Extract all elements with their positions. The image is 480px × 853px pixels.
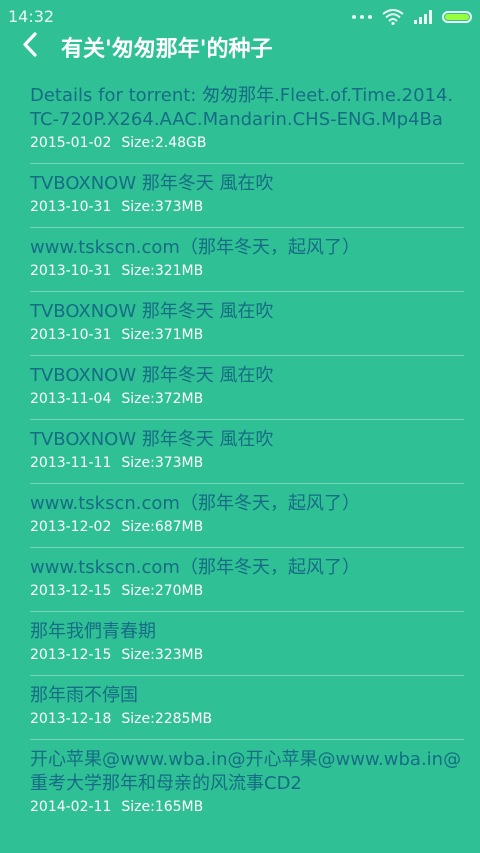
torrent-size: Size:373MB xyxy=(121,455,204,471)
torrent-meta: 2013-10-31 Size:371MB xyxy=(30,326,464,345)
battery-level xyxy=(445,14,469,20)
list-item[interactable]: www.tskscn.com（那年冬天，起风了） 2013-12-15 Size:2… xyxy=(30,556,464,603)
list-divider xyxy=(30,675,464,676)
list-divider xyxy=(30,611,464,612)
torrent-size: Size:2285MB xyxy=(121,711,213,727)
torrent-title: TVBOXNOW 那年冬天 風在吹 xyxy=(30,173,274,194)
battery-icon xyxy=(442,11,472,23)
torrent-date: 2013-12-18 xyxy=(30,711,112,727)
torrent-date: 2013-11-11 xyxy=(30,455,112,471)
list-divider xyxy=(30,419,464,420)
list-divider xyxy=(30,355,464,356)
torrent-date: 2013-12-15 xyxy=(30,583,112,599)
torrent-date: 2014-02-11 xyxy=(30,799,112,815)
list-item[interactable]: 那年我們青春期 2013-12-15 Size:323MB xyxy=(30,620,464,667)
status-time: 14:32 xyxy=(8,7,55,26)
torrent-title: www.tskscn.com（那年冬天，起风了） xyxy=(30,493,360,514)
torrent-meta: 2013-11-04 Size:372MB xyxy=(30,390,464,409)
torrent-title: www.tskscn.com（那年冬天，起风了） xyxy=(30,237,360,258)
list-item[interactable]: Details for torrent: 匆匆那年.Fleet.of.Time.… xyxy=(30,84,464,155)
torrent-meta: 2013-11-11 Size:373MB xyxy=(30,454,464,473)
torrent-title: 那年雨不停国 xyxy=(30,685,138,706)
torrent-title: www.tskscn.com（那年冬天，起风了） xyxy=(30,557,360,578)
torrent-size: Size:165MB xyxy=(121,799,204,815)
list-divider xyxy=(30,739,464,740)
torrent-date: 2013-11-04 xyxy=(30,391,112,407)
torrent-size: Size:373MB xyxy=(121,199,204,215)
torrent-title: TVBOXNOW 那年冬天 風在吹 xyxy=(30,301,274,322)
torrent-title: 开心苹果@www.wba.in@开心苹果@www.wba.in@重考大学那年和母… xyxy=(30,749,462,794)
torrent-date: 2015-01-02 xyxy=(30,135,112,151)
list-item[interactable]: TVBOXNOW 那年冬天 風在吹 2013-11-11 Size:373MB xyxy=(30,428,464,475)
list-divider xyxy=(30,163,464,164)
torrent-meta: 2013-12-15 Size:270MB xyxy=(30,582,464,601)
list-divider xyxy=(30,291,464,292)
torrent-meta: 2013-10-31 Size:373MB xyxy=(30,198,464,217)
status-icons xyxy=(352,7,472,27)
torrent-title: TVBOXNOW 那年冬天 風在吹 xyxy=(30,429,274,450)
torrent-meta: 2015-01-02 Size:2.48GB xyxy=(30,134,464,153)
cell-signal-icon xyxy=(414,10,432,24)
torrent-meta: 2013-12-15 Size:323MB xyxy=(30,646,464,665)
torrent-date: 2013-10-31 xyxy=(30,263,112,279)
torrent-title: 那年我們青春期 xyxy=(30,621,156,642)
list-divider xyxy=(30,483,464,484)
torrent-meta: 2013-12-18 Size:2285MB xyxy=(30,710,464,729)
torrent-list[interactable]: Details for torrent: 匆匆那年.Fleet.of.Time.… xyxy=(0,84,480,819)
list-item[interactable]: www.tskscn.com（那年冬天，起风了） 2013-10-31 Size:3… xyxy=(30,236,464,283)
torrent-meta: 2013-10-31 Size:321MB xyxy=(30,262,464,281)
torrent-title: TVBOXNOW 那年冬天 風在吹 xyxy=(30,365,274,386)
torrent-size: Size:2.48GB xyxy=(121,135,207,151)
wifi-icon xyxy=(382,9,404,25)
torrent-title: Details for torrent: 匆匆那年.Fleet.of.Time.… xyxy=(30,85,454,130)
torrent-size: Size:372MB xyxy=(121,391,204,407)
torrent-date: 2013-10-31 xyxy=(30,327,112,343)
list-item[interactable]: www.tskscn.com（那年冬天，起风了） 2013-12-02 Size:6… xyxy=(30,492,464,539)
more-dots-icon xyxy=(352,15,372,19)
torrent-meta: 2014-02-11 Size:165MB xyxy=(30,798,464,817)
torrent-date: 2013-12-02 xyxy=(30,519,112,535)
torrent-size: Size:371MB xyxy=(121,327,204,343)
list-item[interactable]: TVBOXNOW 那年冬天 風在吹 2013-10-31 Size:373MB xyxy=(30,172,464,219)
torrent-size: Size:323MB xyxy=(121,647,204,663)
list-item[interactable]: 开心苹果@www.wba.in@开心苹果@www.wba.in@重考大学那年和母… xyxy=(30,748,464,819)
chevron-left-icon xyxy=(23,32,37,57)
torrent-size: Size:270MB xyxy=(121,583,204,599)
list-divider xyxy=(30,547,464,548)
app-header: 有关'匆匆那年'的种子 xyxy=(0,25,480,65)
torrent-date: 2013-12-15 xyxy=(30,647,112,663)
list-divider xyxy=(30,227,464,228)
list-item[interactable]: 那年雨不停国 2013-12-18 Size:2285MB xyxy=(30,684,464,731)
torrent-meta: 2013-12-02 Size:687MB xyxy=(30,518,464,537)
page-title: 有关'匆匆那年'的种子 xyxy=(61,37,273,62)
torrent-date: 2013-10-31 xyxy=(30,199,112,215)
torrent-size: Size:687MB xyxy=(121,519,204,535)
torrent-size: Size:321MB xyxy=(121,263,204,279)
list-item[interactable]: TVBOXNOW 那年冬天 風在吹 2013-10-31 Size:371MB xyxy=(30,300,464,347)
back-button[interactable] xyxy=(14,27,50,63)
list-item[interactable]: TVBOXNOW 那年冬天 風在吹 2013-11-04 Size:372MB xyxy=(30,364,464,411)
